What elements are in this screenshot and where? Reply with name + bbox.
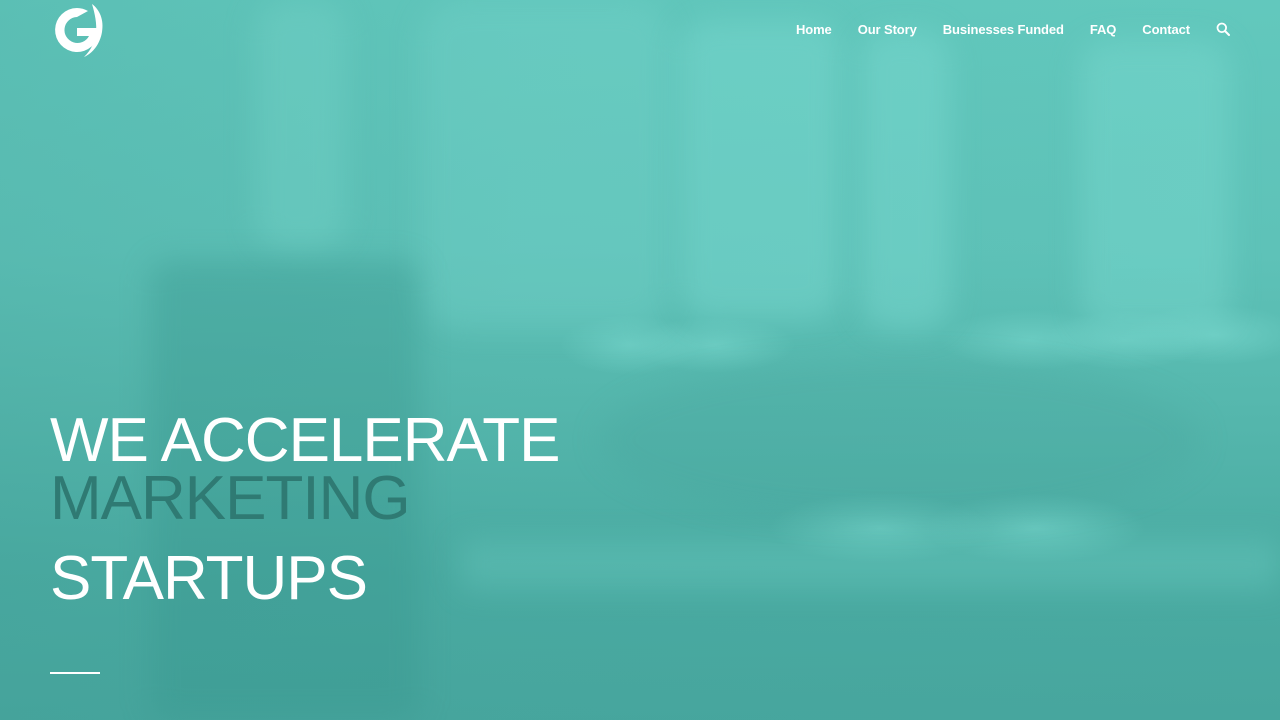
nav-item-businesses-funded[interactable]: Businesses Funded — [943, 22, 1064, 37]
site-header: Home Our Story Businesses Funded FAQ Con… — [0, 0, 1280, 60]
hero-line-startups: STARTUPS — [50, 544, 368, 613]
nav-item-contact[interactable]: Contact — [1142, 22, 1190, 37]
hero-headline: WE ACCELERATE MARKETING STARTUPS — [50, 406, 561, 613]
hero-line-marketing: MARKETING — [50, 464, 411, 533]
nav-item-home[interactable]: Home — [796, 22, 832, 37]
hero-line-we-accelerate: WE ACCELERATE — [50, 406, 561, 475]
nav-item-faq[interactable]: FAQ — [1090, 22, 1117, 37]
hero-divider — [50, 672, 100, 674]
search-icon[interactable] — [1216, 22, 1230, 36]
g-logo-icon[interactable] — [50, 2, 104, 58]
main-nav: Home Our Story Businesses Funded FAQ Con… — [796, 18, 1230, 40]
nav-item-our-story[interactable]: Our Story — [858, 22, 917, 37]
